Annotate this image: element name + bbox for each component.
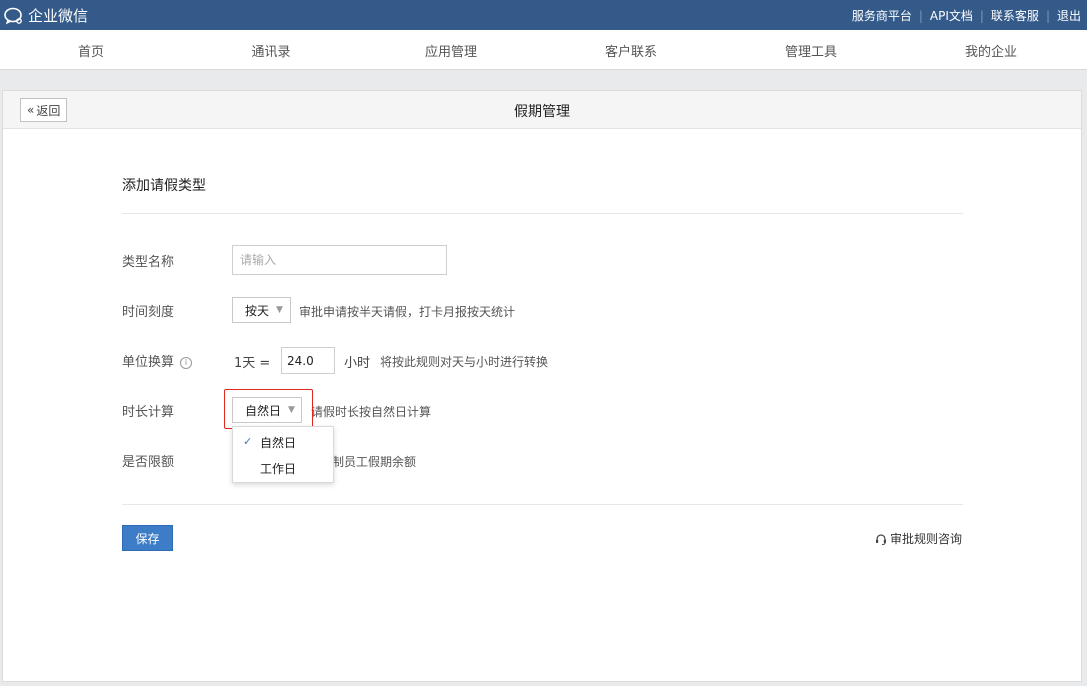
nav-home[interactable]: 首页	[31, 41, 151, 60]
nav-app-management[interactable]: 应用管理	[391, 41, 511, 60]
api-docs-link[interactable]: API文档	[930, 7, 973, 24]
top-bar: 企业微信 服务商平台 | API文档 | 联系客服 | 退出	[0, 0, 1087, 30]
nav-contacts[interactable]: 通讯录	[211, 41, 331, 60]
separator: |	[979, 8, 984, 23]
nav-customer-contact[interactable]: 客户联系	[571, 41, 691, 60]
brand-name: 企业微信	[28, 7, 89, 25]
panel-header: « 返回 假期管理	[3, 91, 1081, 129]
separator: |	[1045, 8, 1050, 23]
check-icon: ✓	[243, 435, 253, 448]
time-granularity-label: 时间刻度	[122, 305, 175, 320]
time-granularity-hint: 审批申请按半天请假，打卡月报按天统计	[299, 305, 516, 319]
section-title: 添加请假类型	[122, 178, 206, 194]
headset-icon	[875, 533, 886, 545]
save-button[interactable]: 保存	[122, 525, 173, 551]
approval-consult-label: 审批规则咨询	[889, 532, 962, 546]
unit-conversion-label-text: 单位换算	[122, 355, 175, 370]
caret-down-icon: ▼	[276, 305, 283, 315]
partner-platform-link[interactable]: 服务商平台	[852, 7, 912, 24]
duration-calc-select[interactable]: 自然日 ▼	[232, 397, 302, 423]
wecom-logo-icon	[4, 7, 22, 24]
time-granularity-select[interactable]: 按天 ▼	[232, 297, 291, 323]
option-label: 自然日	[260, 435, 297, 450]
duration-calc-label: 时长计算	[122, 405, 175, 420]
quota-limit-label: 是否限额	[122, 455, 175, 470]
divider	[122, 213, 963, 214]
unit-conversion-label: 单位换算 i	[122, 351, 193, 370]
duration-calc-value: 自然日	[245, 403, 282, 418]
conversion-hint: 将按此规则对天与小时进行转换	[380, 355, 549, 369]
type-name-label: 类型名称	[122, 255, 175, 270]
logout-link[interactable]: 退出	[1057, 7, 1081, 24]
duration-dropdown-menu: ✓ 自然日 工作日	[232, 426, 334, 483]
nav-management-tools[interactable]: 管理工具	[751, 41, 871, 60]
content-panel: « 返回 假期管理 添加请假类型 类型名称 时间刻度 按天 ▼ 审批申请按半天请…	[2, 90, 1082, 682]
info-icon[interactable]: i	[180, 357, 193, 369]
option-label: 工作日	[260, 461, 297, 476]
page-title: 假期管理	[514, 104, 570, 120]
top-links: 服务商平台 | API文档 | 联系客服 | 退出	[852, 7, 1081, 24]
hours-per-day-input[interactable]	[281, 347, 335, 374]
separator: |	[918, 8, 923, 23]
nav-my-enterprise[interactable]: 我的企业	[931, 41, 1051, 60]
divider	[122, 504, 963, 505]
brand-logo[interactable]: 企业微信	[4, 5, 88, 26]
quota-limit-hint: 制员工假期余额	[332, 455, 417, 469]
caret-down-icon: ▼	[288, 405, 295, 415]
main-nav: 首页 通讯录 应用管理 客户联系 管理工具 我的企业	[0, 30, 1087, 70]
approval-consult-link[interactable]: 审批规则咨询	[875, 530, 962, 547]
contact-support-link[interactable]: 联系客服	[991, 7, 1039, 24]
dropdown-option-natural-day[interactable]: ✓ 自然日	[233, 429, 333, 455]
conversion-unit: 小时	[344, 356, 371, 371]
conversion-prefix: 1天 =	[234, 356, 271, 371]
time-granularity-value: 按天	[245, 303, 270, 318]
dropdown-option-work-day[interactable]: 工作日	[233, 455, 333, 481]
type-name-input[interactable]	[232, 245, 447, 275]
duration-calc-hint: 请假时长按自然日计算	[311, 405, 432, 419]
